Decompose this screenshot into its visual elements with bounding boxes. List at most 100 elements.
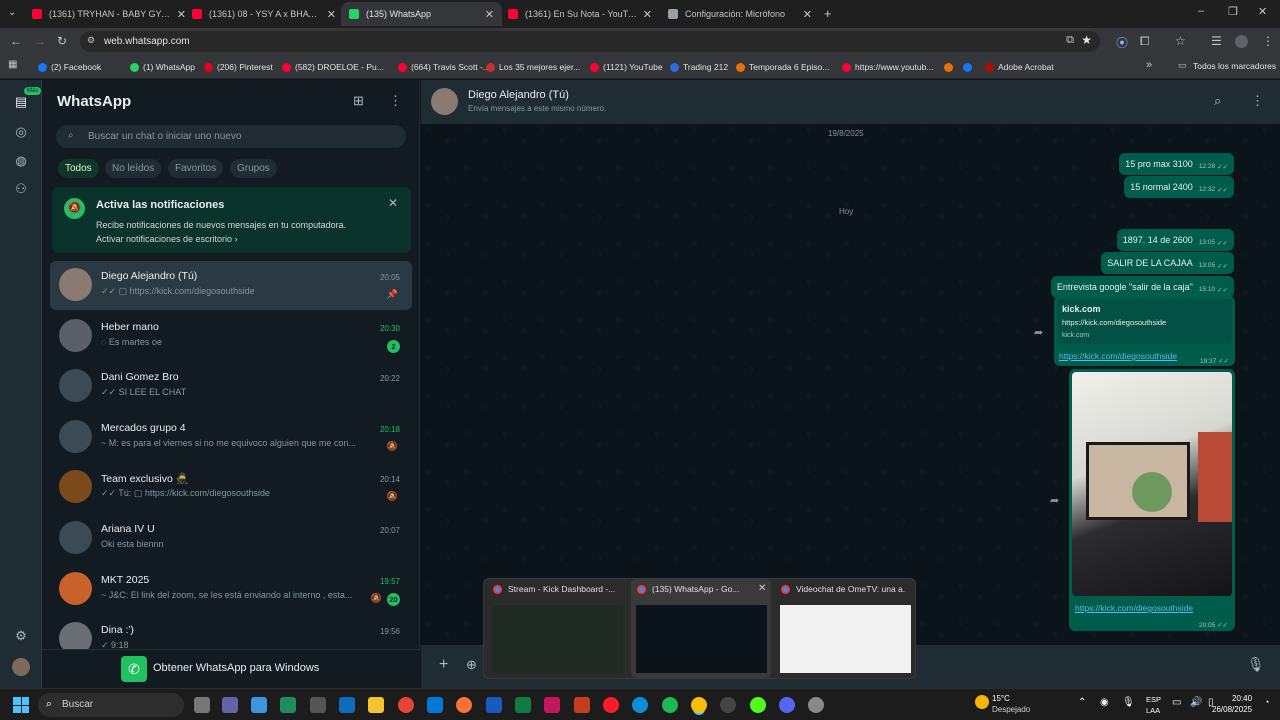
new-tab-button[interactable]: + bbox=[824, 6, 832, 21]
close-icon[interactable]: ✕ bbox=[758, 583, 766, 594]
status-icon[interactable]: ◎ bbox=[13, 124, 29, 140]
lang-code[interactable]: ESP bbox=[1146, 695, 1161, 704]
bookmark-item[interactable]: (582) DROELOE - Pu... bbox=[282, 59, 384, 75]
attach-plus-icon[interactable]: + bbox=[439, 656, 448, 674]
extensions-puzzle-icon[interactable]: ⧠ bbox=[1140, 34, 1150, 49]
browser-tab[interactable]: (1361) 08 - YSY A x BHAVI ft. M ✕ bbox=[184, 2, 344, 26]
chat-list-item[interactable]: Team exclusivo 🥷 ✓✓ Tú: ▢ https://kick.co… bbox=[50, 463, 412, 512]
settings-icon[interactable] bbox=[808, 697, 824, 713]
bookmark-item[interactable]: Temporada 6 Episo... bbox=[736, 59, 829, 75]
windows-start-icon[interactable] bbox=[13, 697, 29, 713]
profile-avatar[interactable] bbox=[12, 658, 30, 676]
network-icon[interactable]: ▭ bbox=[1172, 697, 1181, 708]
filter-chip[interactable]: Favoritos bbox=[168, 159, 224, 178]
filter-chip[interactable]: Grupos bbox=[230, 159, 277, 178]
link-anchor[interactable]: https://kick.com/diegosouthside bbox=[1059, 351, 1177, 361]
new-chat-icon[interactable]: ⊞ bbox=[353, 93, 364, 109]
spotify-icon[interactable] bbox=[662, 697, 678, 713]
search-input[interactable]: ⌕ Buscar un chat o iniciar uno nuevo bbox=[56, 125, 406, 148]
channels-icon[interactable]: ◍ bbox=[13, 153, 29, 169]
conversation-header[interactable]: Diego Alejandro (Tú) Envía mensajes a es… bbox=[421, 80, 1280, 124]
tab-search-icon[interactable]: ⌄ bbox=[8, 7, 16, 18]
browser-tab[interactable]: (1361) En Su Nota - YouTub ✕ bbox=[500, 2, 660, 26]
lang-layout[interactable]: LAA bbox=[1146, 706, 1160, 715]
avatar[interactable] bbox=[59, 571, 92, 605]
bookmark-item[interactable] bbox=[944, 59, 957, 75]
taskbar-search[interactable]: ⌕ Buscar bbox=[38, 693, 184, 717]
microphone-icon[interactable]: 🎙 bbox=[1247, 656, 1265, 673]
reload-icon[interactable]: ↻ bbox=[57, 34, 67, 48]
chevron-up-icon[interactable]: ⌃ bbox=[1078, 697, 1086, 708]
opera-icon[interactable] bbox=[603, 697, 619, 713]
powerpoint-icon[interactable] bbox=[574, 697, 590, 713]
site-info-icon[interactable]: ⚙ bbox=[87, 35, 95, 46]
apps-grid-icon[interactable]: ▦ bbox=[8, 59, 17, 70]
window-preview[interactable]: Videochat de OmeTV: una a... bbox=[775, 579, 915, 678]
get-app-banner[interactable]: ✆ Obtener WhatsApp para Windows bbox=[42, 649, 420, 688]
copilot-icon[interactable] bbox=[251, 697, 267, 713]
shared-image[interactable] bbox=[1072, 372, 1232, 596]
chat-list-item[interactable]: MKT 2025 ~ J&C: El link del zoom, se les … bbox=[50, 565, 412, 614]
install-app-icon[interactable]: ⧉ bbox=[1066, 34, 1074, 47]
bookmark-item[interactable] bbox=[963, 59, 976, 75]
preview-thumbnail[interactable] bbox=[492, 605, 623, 673]
chat-list-item[interactable]: Diego Alejandro (Tú) ✓✓ ▢ https://kick.co… bbox=[50, 261, 412, 310]
address-bar[interactable]: ⚙ web.whatsapp.com ⧉ ★ bbox=[80, 31, 1100, 52]
image-link[interactable]: https://kick.com/diegosouthside bbox=[1075, 603, 1193, 613]
bookmark-item[interactable]: (664) Travis Scott -... bbox=[398, 59, 490, 75]
communities-icon[interactable]: ⚇ bbox=[13, 181, 29, 197]
avatar[interactable] bbox=[59, 521, 92, 554]
chat-list-item[interactable]: Heber mano ◌ Es martes oe 20:30 2 bbox=[50, 312, 412, 361]
teams-icon[interactable] bbox=[222, 697, 238, 713]
back-icon[interactable]: ← bbox=[10, 34, 22, 48]
app-icon[interactable] bbox=[544, 697, 560, 713]
bookmark-item[interactable]: (1) WhatsApp bbox=[130, 59, 195, 75]
bookmark-item[interactable]: (1121) YouTube bbox=[590, 59, 663, 75]
chrome-icon[interactable] bbox=[398, 697, 414, 713]
bookmark-item[interactable]: (206) Pinterest bbox=[204, 59, 273, 75]
filter-chip[interactable]: Todos bbox=[58, 159, 99, 178]
menu-icon[interactable]: ⋮ bbox=[1251, 93, 1264, 109]
menu-icon[interactable]: ⋮ bbox=[389, 93, 402, 109]
outlook-icon[interactable] bbox=[339, 697, 355, 713]
window-preview[interactable]: (135) WhatsApp - Go... ✕ bbox=[631, 579, 771, 678]
discord-icon[interactable] bbox=[779, 697, 795, 713]
maximize-icon[interactable]: ❐ bbox=[1228, 5, 1238, 18]
volume-icon[interactable]: 🔊 bbox=[1190, 697, 1202, 708]
terminal-icon[interactable] bbox=[280, 697, 296, 713]
extension-icon[interactable]: ⦿ bbox=[1116, 34, 1128, 51]
sticker-icon[interactable]: ⊕ bbox=[466, 657, 477, 673]
close-tab-icon[interactable]: ✕ bbox=[485, 8, 494, 21]
browser-tab[interactable]: (135) WhatsApp ✕ bbox=[341, 2, 502, 26]
avatar[interactable] bbox=[59, 419, 92, 453]
tab-menu-icon[interactable]: ☰ bbox=[1211, 34, 1222, 48]
chrome-icon[interactable] bbox=[691, 697, 707, 713]
browser-tab[interactable]: (1361) TRYHAN - BABY GYAL F ✕ bbox=[24, 2, 194, 26]
calculator-icon[interactable] bbox=[310, 697, 326, 713]
chat-list-item[interactable]: Mercados grupo 4 ~ M: es para el viernes … bbox=[50, 413, 412, 462]
search-icon[interactable]: ⌕ bbox=[1214, 93, 1221, 109]
browser-menu-icon[interactable]: ⋮ bbox=[1262, 34, 1274, 48]
file-explorer-icon[interactable] bbox=[368, 697, 384, 713]
edge-icon[interactable] bbox=[632, 697, 648, 713]
weather-icon[interactable] bbox=[975, 695, 989, 709]
notification-bell-icon[interactable]: ◔ bbox=[1264, 697, 1269, 707]
chat-list-item[interactable]: Ariana IV U Oki esta biennn 20:07 bbox=[50, 514, 412, 563]
bookmark-item[interactable]: https://www.youtub... bbox=[842, 59, 933, 75]
settings-icon[interactable]: ⚙ bbox=[13, 628, 29, 644]
clock-time[interactable]: 20:40 bbox=[1232, 694, 1252, 703]
bookmark-item[interactable]: Trading 212 bbox=[670, 59, 728, 75]
bookmark-star-icon[interactable]: ★ bbox=[1081, 33, 1092, 47]
all-bookmarks-link[interactable]: Todos los marcadores bbox=[1193, 61, 1276, 71]
close-icon[interactable]: ✕ bbox=[388, 196, 398, 210]
firefox-icon[interactable] bbox=[456, 697, 472, 713]
forward-icon[interactable]: → bbox=[34, 34, 46, 48]
task-view-icon[interactable] bbox=[194, 697, 210, 713]
microphone-icon[interactable]: 🎙 bbox=[1122, 697, 1135, 708]
chat-list-item[interactable]: Dani Gomez Bro ✓✓ SI LEE EL CHAT 20:22 bbox=[50, 362, 412, 411]
avatar[interactable] bbox=[59, 369, 92, 403]
close-tab-icon[interactable]: ✕ bbox=[803, 8, 812, 21]
window-preview[interactable]: Stream - Kick Dashboard -... bbox=[487, 579, 627, 678]
obs-icon[interactable] bbox=[720, 697, 736, 713]
mail-icon[interactable] bbox=[427, 697, 443, 713]
